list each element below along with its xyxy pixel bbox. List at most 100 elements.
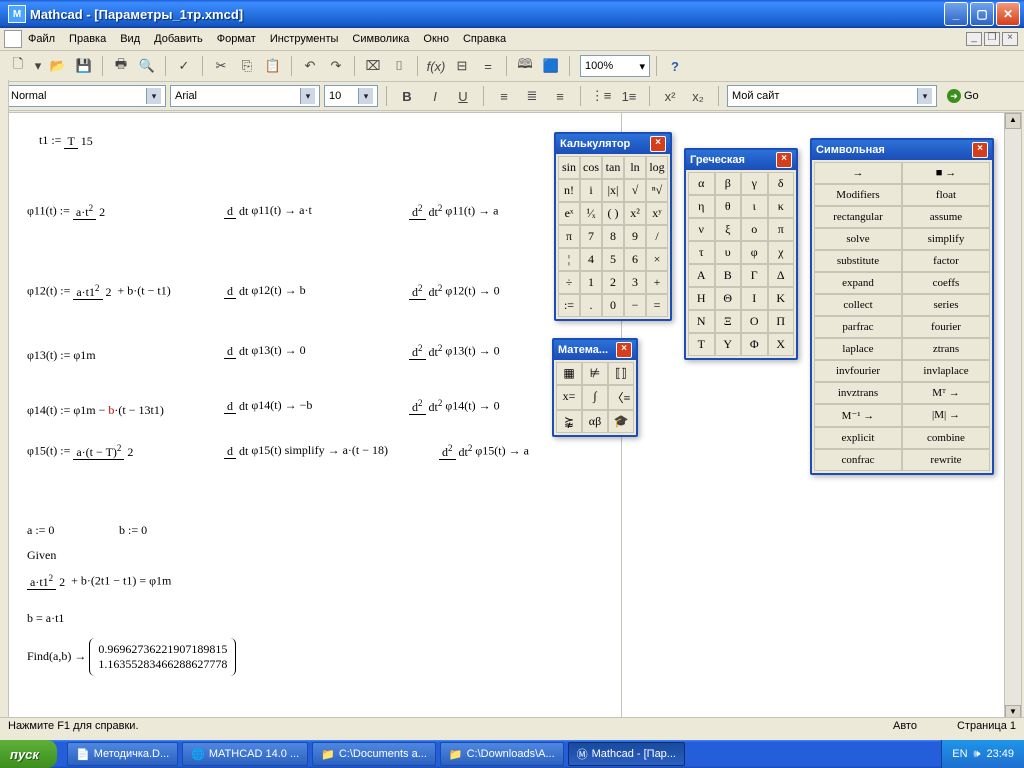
eq-phi14[interactable]: φ14(t) := φ1m − b·(t − 13t1): [27, 403, 164, 418]
site-combo[interactable]: Мой сайт▾: [727, 85, 937, 107]
palette-cell[interactable]: Τ: [688, 333, 715, 356]
palette-cell[interactable]: factor: [902, 250, 990, 272]
palette-cell[interactable]: x=: [556, 385, 582, 410]
palette-cell[interactable]: 6: [624, 248, 646, 271]
palette-cell[interactable]: χ: [768, 241, 795, 264]
palette-cell[interactable]: 3: [624, 271, 646, 294]
palette-cell[interactable]: sin: [558, 156, 580, 179]
palette-cell[interactable]: 5: [602, 248, 624, 271]
palette-cell[interactable]: 1: [580, 271, 602, 294]
palette-cell[interactable]: Υ: [715, 333, 742, 356]
palette-cell[interactable]: θ: [715, 195, 742, 218]
greek-close[interactable]: ×: [776, 152, 792, 168]
style-combo[interactable]: Normal▾: [6, 85, 166, 107]
palette-cell[interactable]: 0: [602, 294, 624, 317]
palette-cell[interactable]: ( ): [602, 202, 624, 225]
underline-button[interactable]: U: [451, 84, 475, 108]
greek-palette[interactable]: Греческая× αβγδηθικνξοπτυφχΑΒΓΔΗΘΙΚΝΞΟΠΤ…: [684, 148, 798, 360]
menu-edit[interactable]: Правка: [69, 33, 106, 45]
palette-cell[interactable]: .: [580, 294, 602, 317]
task-4[interactable]: Ⓜ Mathcad - [Пар...: [568, 742, 685, 766]
menu-help[interactable]: Справка: [463, 33, 506, 45]
units-button[interactable]: ⊟: [450, 54, 474, 78]
align-center-button[interactable]: ≣: [520, 84, 544, 108]
fx-button[interactable]: f(x): [424, 54, 448, 78]
palette-cell[interactable]: αβ: [582, 410, 608, 433]
align-button[interactable]: ⌧: [361, 54, 385, 78]
menu-file[interactable]: Файл: [28, 33, 55, 45]
tray-icon[interactable]: 🕪: [974, 748, 981, 761]
math-palette[interactable]: Матема...× ▦⊭⟦⟧x=∫〈≡⪺αβ🎓: [552, 338, 638, 437]
palette-cell[interactable]: coeffs: [902, 272, 990, 294]
palette-cell[interactable]: ¹⁄ₓ: [580, 202, 602, 225]
mdi-restore[interactable]: ❐: [984, 32, 1000, 46]
eq-dphi12[interactable]: ddtφ12(t) → b: [224, 283, 306, 299]
palette-cell[interactable]: Modifiers: [814, 184, 902, 206]
palette-cell[interactable]: float: [902, 184, 990, 206]
new-arrow[interactable]: ▾: [32, 54, 44, 78]
palette-cell[interactable]: π: [558, 225, 580, 248]
palette-cell[interactable]: ⁿ√: [646, 179, 668, 202]
palette-cell[interactable]: tan: [602, 156, 624, 179]
palette-cell[interactable]: 7: [580, 225, 602, 248]
maximize-button[interactable]: ▢: [970, 2, 994, 26]
palette-cell[interactable]: Φ: [741, 333, 768, 356]
eq-d2phi11[interactable]: d2dt2φ11(t) → a: [409, 203, 498, 220]
palette-cell[interactable]: ∫: [582, 385, 608, 410]
new-button[interactable]: 🗋: [6, 54, 30, 78]
palette-cell[interactable]: invfourier: [814, 360, 902, 382]
font-combo[interactable]: Arial▾: [170, 85, 320, 107]
palette-cell[interactable]: solve: [814, 228, 902, 250]
eq-b[interactable]: b = a·t1: [27, 611, 64, 626]
eq-b0[interactable]: b := 0: [119, 523, 147, 538]
eq-given[interactable]: Given: [27, 548, 56, 563]
menu-symbolic[interactable]: Символика: [352, 33, 409, 45]
palette-cell[interactable]: Χ: [768, 333, 795, 356]
copy-button[interactable]: ⎘: [235, 54, 259, 78]
palette-cell[interactable]: ztrans: [902, 338, 990, 360]
palette-cell[interactable]: collect: [814, 294, 902, 316]
palette-cell[interactable]: ι: [741, 195, 768, 218]
cut-button[interactable]: ✂: [209, 54, 233, 78]
sup-button[interactable]: x²: [658, 84, 682, 108]
palette-cell[interactable]: M⁻¹ →: [814, 404, 902, 427]
task-3[interactable]: 📁 C:\Downloads\A...: [440, 742, 564, 766]
undo-button[interactable]: ↶: [298, 54, 322, 78]
palette-cell[interactable]: Ν: [688, 310, 715, 333]
eq-dphi15[interactable]: ddtφ15(t) simplify → a·(t − 18): [224, 443, 388, 459]
eq-t1[interactable]: t1 := T15: [39, 133, 96, 149]
palette-cell[interactable]: Ξ: [715, 310, 742, 333]
zoom-combo[interactable]: 100%▾: [580, 55, 650, 77]
bold-button[interactable]: B: [395, 84, 419, 108]
palette-cell[interactable]: fourier: [902, 316, 990, 338]
palette-cell[interactable]: /: [646, 225, 668, 248]
palette-cell[interactable]: x²: [624, 202, 646, 225]
palette-cell[interactable]: ο: [741, 218, 768, 241]
eq-block[interactable]: a·t122 + b·(2t1 − t1) = φ1m: [27, 573, 171, 590]
palette-cell[interactable]: Δ: [768, 264, 795, 287]
palette-cell[interactable]: Mᵀ →: [902, 382, 990, 404]
align-left-button[interactable]: ≡: [492, 84, 516, 108]
palette-cell[interactable]: π: [768, 218, 795, 241]
palette-cell[interactable]: Ι: [741, 287, 768, 310]
symbolic-palette[interactable]: Символьная× →■ →Modifiersfloatrectangula…: [810, 138, 994, 475]
palette-cell[interactable]: ¦: [558, 248, 580, 271]
open-button[interactable]: 📂: [46, 54, 70, 78]
sub-button[interactable]: x₂: [686, 84, 710, 108]
menu-window[interactable]: Окно: [423, 33, 449, 45]
eq-phi12[interactable]: φ12(t) := a·t122 + b·(t − t1): [27, 283, 171, 300]
palette-cell[interactable]: φ: [741, 241, 768, 264]
palette-cell[interactable]: simplify: [902, 228, 990, 250]
mdi-min[interactable]: _: [966, 32, 982, 46]
palette-cell[interactable]: series: [902, 294, 990, 316]
align2-button[interactable]: ⌷: [387, 54, 411, 78]
palette-cell[interactable]: rewrite: [902, 449, 990, 471]
lang-indicator[interactable]: EN: [952, 748, 967, 760]
palette-cell[interactable]: ln: [624, 156, 646, 179]
palette-cell[interactable]: confrac: [814, 449, 902, 471]
palette-cell[interactable]: 2: [602, 271, 624, 294]
palette-cell[interactable]: ▦: [556, 362, 582, 385]
palette-cell[interactable]: ⊭: [582, 362, 608, 385]
palette-cell[interactable]: explicit: [814, 427, 902, 449]
math-close[interactable]: ×: [616, 342, 632, 358]
